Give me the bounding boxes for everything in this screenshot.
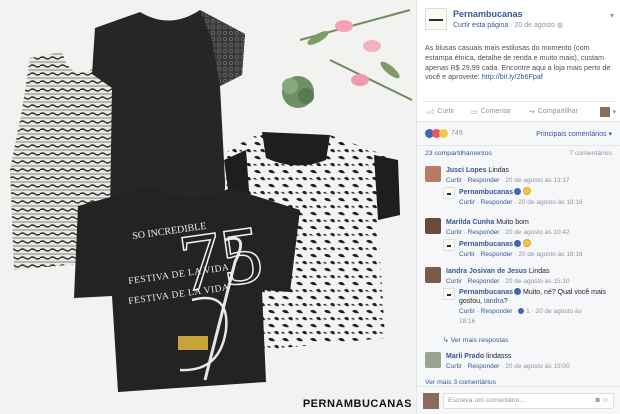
- comment: Marli Prado lindasss Curtir · Responder …: [425, 352, 616, 371]
- comment-reply-link[interactable]: Responder: [481, 251, 513, 258]
- shirt-print-number: 75: [173, 207, 268, 310]
- reply-arrow-icon: ↳: [443, 337, 449, 344]
- commenter-name[interactable]: Pernambucanas: [459, 289, 513, 296]
- shirts-illustration: [10, 9, 413, 392]
- reaction-count[interactable]: 749: [451, 130, 463, 137]
- comment-button[interactable]: ▭ Comentar: [471, 108, 529, 116]
- page-reply-avatar[interactable]: [443, 187, 455, 199]
- comment-like-link[interactable]: Curtir: [446, 229, 462, 236]
- comment-time[interactable]: 20 de agosto às 10:42: [505, 229, 569, 236]
- comment-like-count[interactable]: 1: [526, 308, 530, 315]
- comment-like-link[interactable]: Curtir: [446, 363, 462, 370]
- comment-time[interactable]: 20 de agosto às 15:10: [505, 278, 569, 285]
- shares-count[interactable]: 23 compartilhamentos: [425, 150, 492, 157]
- comment-like-link[interactable]: Curtir: [459, 199, 475, 206]
- post-body: As blusas casuais mais estilosas do mome…: [425, 43, 614, 82]
- comment-reply: Pernambucanas Muito, né? Qual você mais …: [443, 288, 614, 326]
- share-icon: ↪: [529, 108, 535, 116]
- comment-sort-dropdown[interactable]: Principais comentários ▾: [536, 130, 612, 138]
- caret-down-icon: ▾: [612, 108, 616, 116]
- comment-time[interactable]: 20 de agosto às 18:16: [518, 199, 582, 206]
- comment-reply-link[interactable]: Responder: [481, 308, 513, 315]
- comment-time-cont: 18:16: [459, 318, 476, 325]
- comment: Jusci Lopes Lindas Curtir · Responder · …: [425, 166, 616, 185]
- page-avatar[interactable]: [425, 8, 447, 30]
- post-link[interactable]: http://bit.ly/2b6Fpaf: [482, 72, 543, 81]
- commenter-avatar[interactable]: [425, 352, 441, 368]
- verified-badge-icon: [514, 288, 522, 295]
- commenter-name[interactable]: Pernambucanas: [459, 189, 513, 196]
- tulip-flowers: [299, 9, 413, 101]
- comments-count[interactable]: 7 comentários: [569, 150, 612, 157]
- globe-icon: ◍: [556, 22, 564, 29]
- share-button[interactable]: ↪ Compartilhar: [529, 108, 597, 116]
- commenter-name[interactable]: Marilda Cunha: [446, 219, 494, 226]
- comment-input[interactable]: Escreva um comentário... ◙ ☺: [443, 392, 614, 409]
- comment-placeholder: Escreva um comentário...: [448, 397, 526, 404]
- post-as-selector[interactable]: ▾: [600, 106, 616, 117]
- post-date[interactable]: 20 de agosto: [515, 22, 555, 29]
- post-photo[interactable]: SO INCREDIBLE FESTIVA DE LA VIDA FESTIVA…: [0, 0, 416, 414]
- comment-reply-link[interactable]: Responder: [468, 177, 500, 184]
- chevron-down-icon[interactable]: ▾: [610, 11, 614, 20]
- mention-link[interactable]: Iandra: [484, 298, 504, 305]
- comment-like-link[interactable]: Curtir: [446, 278, 462, 285]
- wow-reaction-icon[interactable]: [439, 129, 448, 138]
- comment-time[interactable]: 20 de agosto às: [535, 308, 581, 315]
- succulent-plant: [282, 76, 314, 108]
- comment-time[interactable]: 20 de agosto às 18:16: [518, 251, 582, 258]
- commenter-avatar[interactable]: [425, 218, 441, 234]
- commenter-name[interactable]: Iandra Josivan de Jesus: [446, 268, 527, 275]
- comment-like-link[interactable]: Curtir: [459, 251, 475, 258]
- comments-list: Jusci Lopes Lindas Curtir · Responder · …: [417, 161, 620, 386]
- more-replies-link[interactable]: ↳ Ver mais respostas: [443, 336, 508, 344]
- post-panel: Pernambucanas Curtir esta página · 20 de…: [416, 0, 620, 414]
- comment-reply-link[interactable]: Responder: [468, 229, 500, 236]
- comment-like-link[interactable]: Curtir: [459, 308, 475, 315]
- counts-bar: 23 compartilhamentos 7 comentários: [417, 145, 620, 161]
- commenter-avatar[interactable]: [425, 166, 441, 182]
- commenter-name[interactable]: Jusci Lopes: [446, 167, 486, 174]
- smiley-emoji-icon: [523, 239, 532, 247]
- comment-icon: ▭: [471, 108, 478, 116]
- comment-time[interactable]: 20 de agosto às 19:00: [505, 363, 569, 370]
- user-avatar: [600, 106, 611, 117]
- comment-reply-link[interactable]: Responder: [468, 363, 500, 370]
- comment-reply: Pernambucanas Curtir · Responder · 20 de…: [443, 239, 616, 259]
- thumbs-up-icon: 👍︎: [427, 109, 435, 116]
- post-header: Pernambucanas Curtir esta página · 20 de…: [425, 8, 614, 30]
- photo-brand-watermark: PERNAMBUCANAS: [302, 398, 412, 410]
- comment: Marilda Cunha Muito bom Curtir · Respond…: [425, 218, 616, 237]
- comment: Iandra Josivan de Jesus Lindas Curtir · …: [425, 267, 616, 286]
- verified-badge-icon: [514, 240, 522, 247]
- emoji-icon[interactable]: ☺: [602, 397, 609, 404]
- page-reply-avatar[interactable]: [443, 239, 455, 251]
- commenter-name[interactable]: Pernambucanas: [459, 241, 513, 248]
- more-comments-link[interactable]: Ver mais 3 comentários: [425, 379, 496, 386]
- comment-reply-link[interactable]: Responder: [481, 199, 513, 206]
- page-reply-avatar[interactable]: [443, 288, 455, 300]
- comment-time[interactable]: 20 de agosto às 13:17: [505, 177, 569, 184]
- user-avatar: [423, 392, 439, 409]
- like-button[interactable]: 👍︎ Curtir: [427, 107, 471, 116]
- action-bar: 👍︎ Curtir ▭ Comentar ↪ Compartilhar ▾: [423, 101, 616, 121]
- comment-like-link[interactable]: Curtir: [446, 177, 462, 184]
- page-name[interactable]: Pernambucanas: [453, 9, 610, 19]
- verified-badge-icon: [514, 188, 522, 195]
- like-page-link[interactable]: Curtir esta página: [453, 22, 508, 29]
- like-reaction-icon: [518, 308, 525, 314]
- camera-icon[interactable]: ◙: [596, 397, 600, 404]
- commenter-avatar[interactable]: [425, 267, 441, 283]
- commenter-name[interactable]: Marli Prado: [446, 353, 484, 360]
- comment-composer: Escreva um comentário... ◙ ☺: [417, 386, 620, 414]
- smiley-emoji-icon: [523, 187, 532, 195]
- comment-reply: Pernambucanas Curtir · Responder · 20 de…: [443, 187, 616, 207]
- comment-reply-link[interactable]: Responder: [468, 278, 500, 285]
- reactions-bar: 749 Principais comentários ▾: [417, 121, 620, 145]
